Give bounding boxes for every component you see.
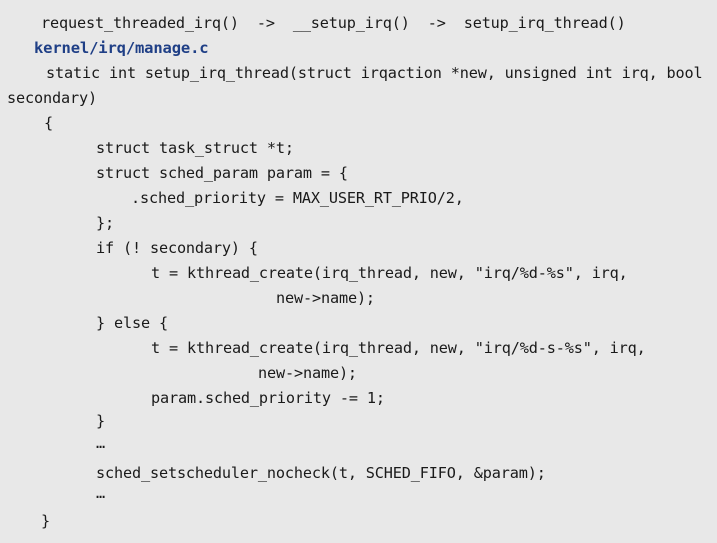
code-line-if: if (! secondary) { bbox=[96, 239, 258, 257]
code-line-kthread-create-2: t = kthread_create(irq_thread, new, "irq… bbox=[151, 339, 646, 357]
code-line-kthread-create-1-cont: new->name); bbox=[276, 289, 375, 307]
code-ellipsis-2: … bbox=[96, 484, 105, 502]
code-panel: request_threaded_irq() -> __setup_irq() … bbox=[0, 0, 717, 543]
code-ellipsis-1: … bbox=[96, 434, 105, 452]
file-path: kernel/irq/manage.c bbox=[34, 39, 209, 57]
code-line-init-close: }; bbox=[96, 214, 114, 232]
code-line-priority-init: .sched_priority = MAX_USER_RT_PRIO/2, bbox=[131, 189, 464, 207]
code-line-if-close: } bbox=[96, 412, 105, 430]
code-line-sched-param: struct sched_param param = { bbox=[96, 164, 348, 182]
call-chain: request_threaded_irq() -> __setup_irq() … bbox=[41, 14, 626, 32]
code-line-kthread-create-2-cont: new->name); bbox=[258, 364, 357, 382]
code-line-setscheduler: sched_setscheduler_nocheck(t, SCHED_FIFO… bbox=[96, 464, 546, 482]
function-signature: static int setup_irq_thread(struct irqac… bbox=[46, 64, 703, 82]
function-signature-continued: secondary) bbox=[7, 89, 97, 107]
code-line-priority-decrement: param.sched_priority -= 1; bbox=[151, 389, 385, 407]
code-line-else: } else { bbox=[96, 314, 168, 332]
code-line-kthread-create-1: t = kthread_create(irq_thread, new, "irq… bbox=[151, 264, 628, 282]
function-open-brace: { bbox=[44, 114, 53, 132]
code-line-task-struct: struct task_struct *t; bbox=[96, 139, 294, 157]
function-close-brace: } bbox=[41, 512, 50, 530]
